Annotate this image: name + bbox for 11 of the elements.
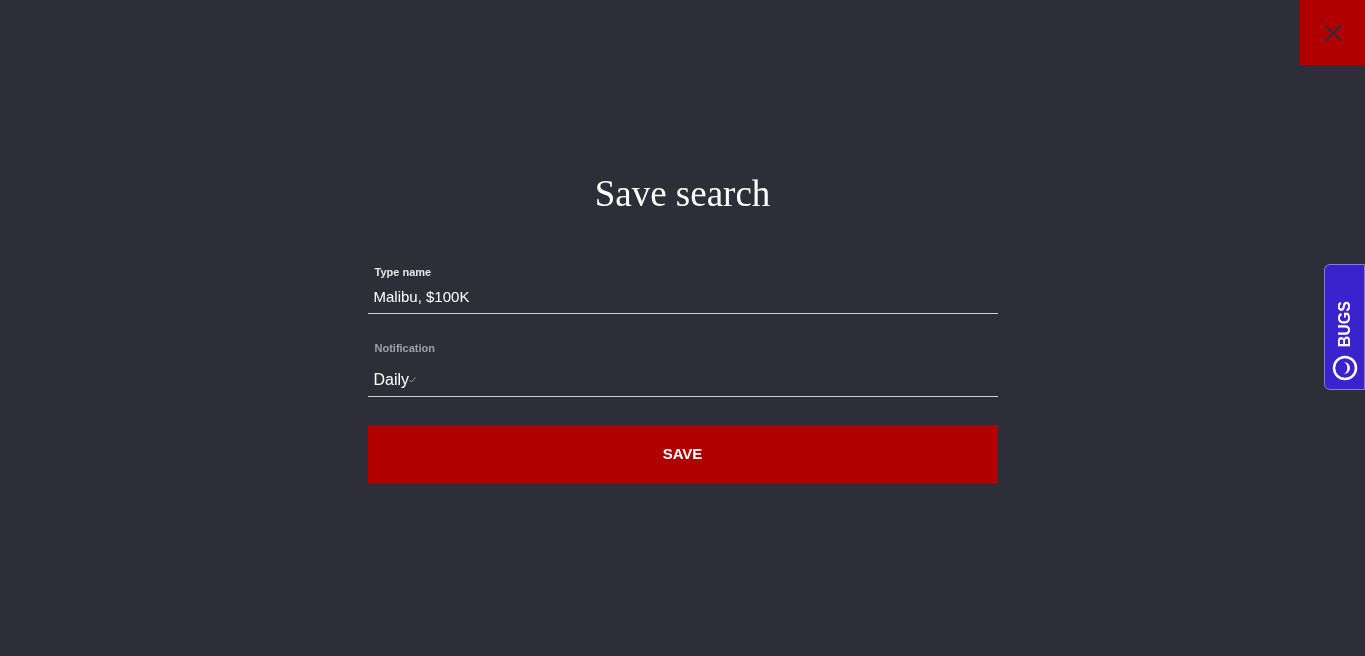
save-button[interactable]: SAVE bbox=[367, 425, 998, 483]
bugs-tab[interactable]: BUGS bbox=[1324, 264, 1365, 390]
field-label: Notification bbox=[373, 340, 436, 356]
close-icon bbox=[1322, 22, 1343, 43]
notification-select[interactable]: Daily bbox=[367, 356, 998, 397]
moon-icon bbox=[1331, 355, 1358, 381]
name-input[interactable]: Malibu, $100K bbox=[367, 280, 998, 314]
close-button[interactable] bbox=[1300, 0, 1365, 65]
dialog-title: Save search bbox=[593, 172, 772, 216]
check-icon bbox=[409, 377, 417, 383]
field-label: Type name bbox=[373, 264, 433, 280]
